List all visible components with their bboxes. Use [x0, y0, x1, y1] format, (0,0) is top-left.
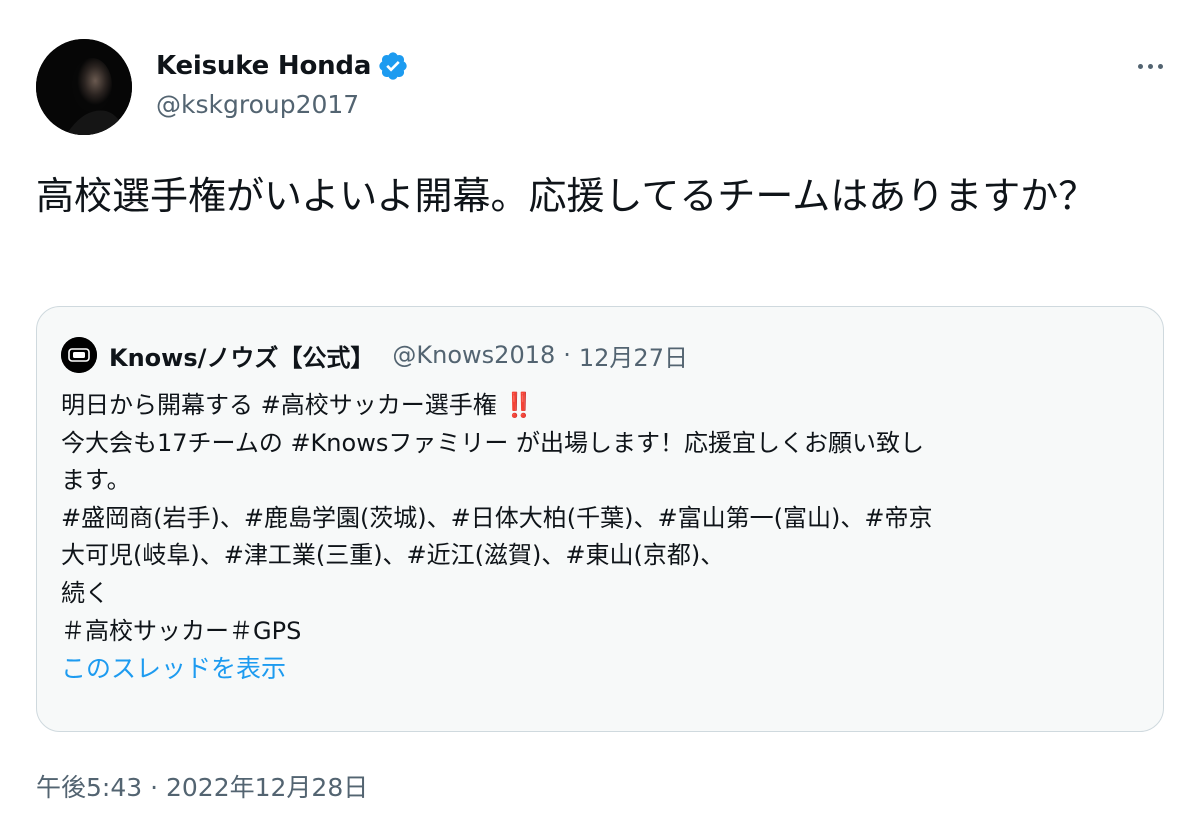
author-name-text[interactable]: Keisuke Honda: [156, 51, 371, 81]
author-avatar[interactable]: [36, 39, 132, 135]
quoted-text-line: ます。: [61, 466, 131, 495]
quoted-author-name[interactable]: Knows/ノウズ【公式】: [109, 338, 374, 373]
quoted-tweet-text: 明日から開幕する #高校サッカー選手権 ‼️ 今大会も17チームの #Knows…: [61, 387, 1141, 688]
quoted-separator: ·: [563, 341, 571, 369]
quoted-author-avatar[interactable]: [61, 337, 97, 373]
quoted-tweet[interactable]: Knows/ノウズ【公式】 @Knows2018 · 12月27日 明日から開幕…: [36, 306, 1164, 732]
quoted-date[interactable]: 12月27日: [579, 338, 688, 373]
quoted-tweet-header: Knows/ノウズ【公式】 @Knows2018 · 12月27日: [61, 337, 688, 373]
show-thread-link[interactable]: このスレッドを表示: [61, 650, 1141, 688]
quoted-text-line: 今大会も17チームの #Knowsファミリー が出場します！応援宜しくお願い致し: [61, 428, 924, 457]
quoted-line-1: 明日から開幕する #高校サッカー選手権: [61, 391, 505, 419]
author-name[interactable]: Keisuke Honda: [156, 50, 409, 82]
author-handle[interactable]: @kskgroup2017: [156, 90, 359, 119]
quoted-text-line: ＃高校サッカー＃GPS: [61, 616, 302, 645]
more-options-icon[interactable]: [1128, 52, 1172, 80]
quoted-author-handle[interactable]: @Knows2018: [392, 341, 555, 369]
verified-badge-icon: [377, 50, 409, 82]
quoted-text-line: 続く: [61, 578, 109, 607]
more-dot: [1137, 63, 1143, 69]
double-exclamation-emoji: ‼️: [504, 391, 534, 419]
quoted-text-line: #盛岡商(岩手)、#鹿島学園(茨城)、#日体大柏(千葉)、#富山第一(富山)、#…: [61, 503, 933, 532]
tweet-text: 高校選手権がいよいよ開幕。応援してるチームはありますか？: [36, 174, 1097, 218]
more-dot: [1157, 63, 1163, 69]
tweet: Keisuke Honda @kskgroup2017 高校選手権がいよいよ開幕…: [0, 0, 1202, 834]
quoted-text-line: 大可児(岐阜)、#津工業(三重)、#近江(滋賀)、#東山(京都)、: [61, 541, 725, 570]
more-dot: [1147, 63, 1153, 69]
quoted-text-line: 明日から開幕する #高校サッカー選手権 ‼️: [61, 387, 1141, 425]
tweet-timestamp[interactable]: 午後5:43 · 2022年12月28日: [36, 768, 368, 804]
